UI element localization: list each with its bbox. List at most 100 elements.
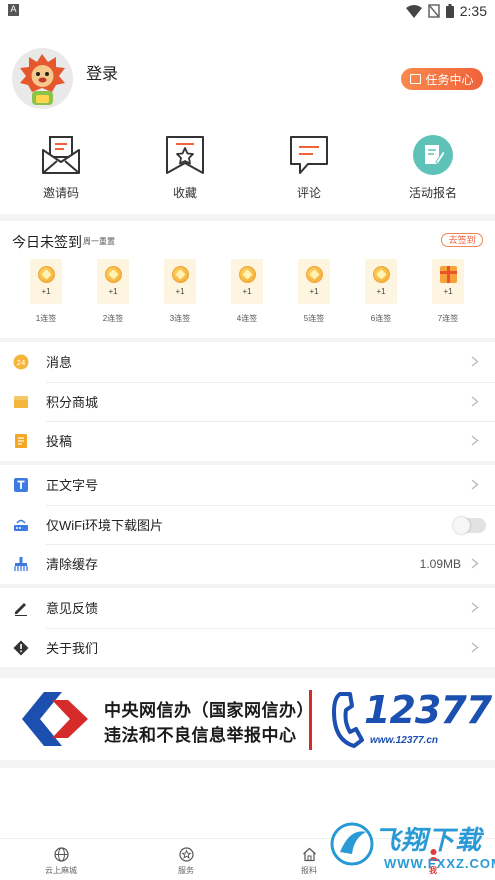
- menu-item-messages[interactable]: 24 消息: [0, 342, 495, 382]
- status-icons: 2:35: [405, 2, 487, 20]
- signin-reward: +1: [443, 287, 453, 296]
- coin-icon: [305, 266, 323, 283]
- login-label[interactable]: 登录: [86, 60, 118, 84]
- signin-day: +1 1连签: [26, 259, 66, 324]
- menu-item-feedback[interactable]: 意见反馈: [0, 588, 495, 628]
- banner-title-line1: 中央网信办（国家网信办）: [104, 701, 314, 720]
- signin-subtitle: 周一重置: [83, 237, 115, 246]
- avatar-lion-icon: [12, 48, 73, 109]
- chevron-right-icon: [471, 356, 479, 367]
- chevron-right-icon: [471, 602, 479, 613]
- home-icon: [302, 847, 316, 862]
- menu-item-points-mall[interactable]: 积分商城: [0, 381, 495, 422]
- coin-icon: [171, 266, 189, 283]
- points-mall-icon: [13, 394, 29, 410]
- avatar[interactable]: [12, 48, 73, 109]
- signin-day: +1 6连签: [361, 259, 401, 324]
- menu-item-label: 仅WiFi环境下载图片: [46, 517, 163, 533]
- signin-day: +1 4连签: [227, 259, 267, 324]
- quick-action-label: 邀请码: [42, 186, 79, 200]
- signin-day: +1 2连签: [93, 259, 133, 324]
- info-icon: [13, 640, 29, 656]
- signin-reward: +1: [376, 287, 386, 296]
- chevron-right-icon: [471, 641, 479, 653]
- watermark-text: 飞翔下载: [374, 825, 483, 855]
- watermark-logo-icon: [330, 822, 374, 866]
- signin-reward: +1: [242, 287, 252, 296]
- signin-day-label: 3连签: [169, 314, 191, 323]
- chevron-right-icon: [471, 435, 479, 446]
- tab-label: 服务: [178, 866, 194, 875]
- chevron-right-icon: [471, 479, 479, 490]
- tab-home-city[interactable]: 云上麻城: [31, 847, 91, 876]
- menu-item-label: 消息: [46, 355, 73, 371]
- bookmark-star-icon: [166, 136, 204, 174]
- quick-action-event-signup[interactable]: 活动报名: [388, 134, 478, 201]
- quick-action-label: 评论: [296, 186, 321, 200]
- menu-group-account: 24 消息 积分商城 投稿: [0, 342, 495, 461]
- coin-icon: [104, 266, 122, 283]
- task-list-icon: [410, 74, 422, 84]
- signin-title: 今日未签到: [12, 234, 82, 250]
- battery-icon: [445, 4, 454, 18]
- quick-action-favorites[interactable]: 收藏: [140, 134, 230, 201]
- menu-item-label: 正文字号: [46, 478, 99, 494]
- status-time: 2:35: [459, 3, 487, 19]
- banner-divider: [309, 690, 312, 750]
- signin-day: +1 3连签: [160, 259, 200, 324]
- chevron-right-icon: [471, 558, 479, 569]
- coin-icon: [37, 266, 55, 283]
- watermark-url: WWW.FXXZ.COM: [384, 856, 495, 871]
- banner-hotline-number: 12377: [364, 688, 492, 732]
- wifi-only-toggle[interactable]: [453, 516, 486, 534]
- watermark: 飞翔下载 WWW.FXXZ.COM: [330, 818, 495, 878]
- menu-item-label: 关于我们: [46, 640, 99, 656]
- coin-icon: [372, 266, 390, 283]
- report-center-banner[interactable]: 中央网信办（国家网信办） 违法和不良信息举报中心 12377 www.12377…: [0, 678, 495, 760]
- coin-icon: [238, 266, 256, 283]
- tab-label: 云上麻城: [45, 866, 77, 875]
- menu-item-submission[interactable]: 投稿: [0, 421, 495, 461]
- banner-url: www.12377.cn: [370, 735, 438, 746]
- quick-actions: 邀请码 收藏 评论 活动报名: [0, 122, 495, 214]
- signin-day-label: 4连签: [236, 314, 258, 323]
- signin-day: +1 7连签: [428, 259, 468, 324]
- tab-services[interactable]: 服务: [156, 847, 216, 876]
- notification-a-icon: A: [8, 4, 19, 16]
- signin-button[interactable]: 去签到: [441, 233, 483, 247]
- message-icon: 24: [13, 354, 29, 370]
- signin-reward: +1: [175, 287, 185, 296]
- wifi-router-icon: [13, 517, 29, 533]
- comment-icon: [290, 136, 328, 174]
- signin-day-label: 5连签: [303, 314, 325, 323]
- quick-action-label: 活动报名: [408, 186, 457, 200]
- gift-icon: [439, 266, 457, 283]
- menu-item-font-size[interactable]: 正文字号: [0, 465, 495, 505]
- quick-action-invite-code[interactable]: 邀请码: [16, 134, 106, 201]
- menu-item-clear-cache[interactable]: 清除缓存 1.09MB: [0, 544, 495, 584]
- pencil-icon: [13, 600, 29, 616]
- signin-panel: 今日未签到 周一重置 去签到 +1 1连签 +1 2连签 +1 3连签 +1 4…: [0, 221, 495, 338]
- signin-day-label: 7连签: [437, 314, 459, 323]
- banner-title-line2: 违法和不良信息举报中心: [104, 726, 297, 745]
- status-bar: A 2:35: [0, 0, 495, 22]
- broom-icon: [13, 556, 29, 572]
- no-signal-icon: [428, 4, 440, 18]
- task-center-button[interactable]: 任务中心: [401, 68, 483, 90]
- wifi-icon: [405, 4, 422, 18]
- envelope-icon: [42, 136, 80, 174]
- signin-reward: +1: [309, 287, 319, 296]
- star-circle-icon: [178, 847, 194, 862]
- menu-group-about: 意见反馈 关于我们: [0, 588, 495, 667]
- signup-icon: [413, 135, 453, 175]
- signin-reward: +1: [41, 287, 51, 296]
- menu-item-label: 意见反馈: [46, 601, 99, 617]
- profile-header: 登录 任务中心: [0, 22, 495, 122]
- quick-action-comments[interactable]: 评论: [264, 134, 354, 201]
- menu-item-label: 清除缓存: [46, 557, 99, 573]
- task-center-label: 任务中心: [425, 72, 474, 87]
- tab-label: 报料: [301, 866, 317, 875]
- signin-day-label: 1连签: [35, 314, 57, 323]
- menu-item-about-us[interactable]: 关于我们: [0, 627, 495, 668]
- signin-day-label: 2连签: [102, 314, 124, 323]
